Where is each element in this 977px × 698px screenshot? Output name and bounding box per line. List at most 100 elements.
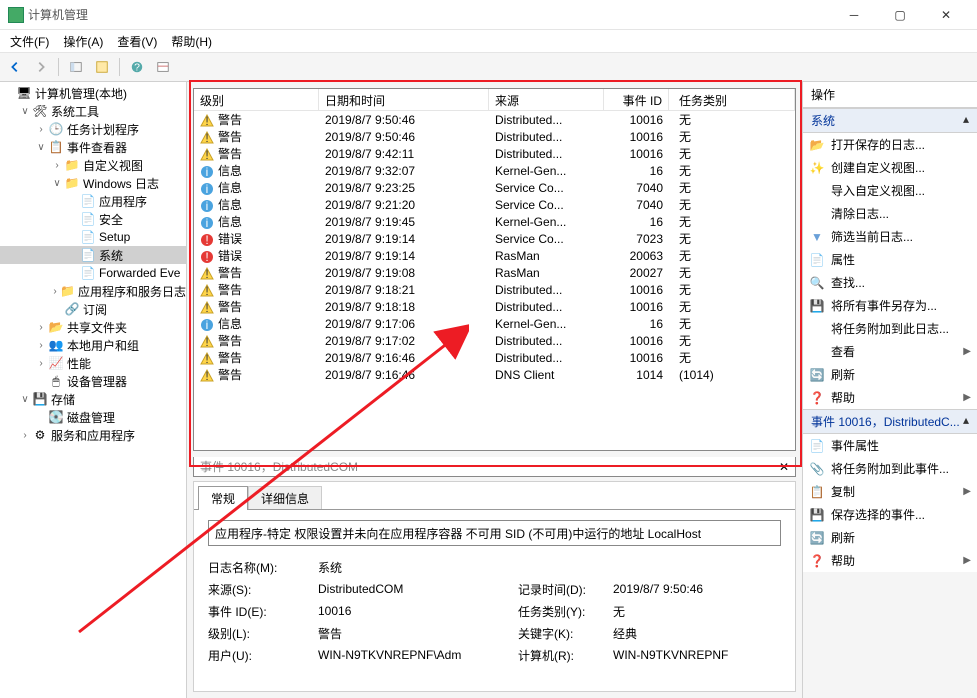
collapse-icon[interactable]: ▴ [963, 112, 969, 126]
action-item[interactable]: 导入自定义视图... [803, 179, 977, 202]
maximize-button[interactable]: ▢ [877, 0, 923, 30]
tree-twisty[interactable]: › [50, 160, 64, 171]
action-button[interactable] [152, 56, 174, 78]
grid-row[interactable]: !警告2019/8/7 9:18:21Distributed...10016无 [194, 281, 795, 298]
tab-general[interactable]: 常规 [198, 486, 248, 510]
grid-row[interactable]: !警告2019/8/7 9:50:46Distributed...10016无 [194, 128, 795, 145]
navigation-tree[interactable]: 🖥计算机管理(本地)∨🛠系统工具›🕒任务计划程序∨📋事件查看器›📁自定义视图∨📁… [0, 82, 187, 698]
col-source[interactable]: 来源 [489, 89, 604, 110]
actions-section-header: 系统▴ [803, 108, 977, 133]
action-item[interactable]: 清除日志... [803, 202, 977, 225]
svg-text:!: ! [205, 114, 208, 128]
grid-row[interactable]: !警告2019/8/7 9:17:02Distributed...10016无 [194, 332, 795, 349]
tree-twisty[interactable]: › [34, 124, 48, 135]
help-button[interactable]: ? [126, 56, 148, 78]
action-item[interactable]: 📄属性 [803, 248, 977, 271]
tree-item[interactable]: 🖥计算机管理(本地) [0, 84, 186, 102]
tree-item[interactable]: ›📂共享文件夹 [0, 318, 186, 336]
tree-twisty[interactable]: › [18, 430, 32, 441]
close-button[interactable]: ✕ [923, 0, 969, 30]
cell-source: DNS Client [489, 367, 604, 383]
properties-button[interactable] [91, 56, 113, 78]
tree-item[interactable]: ›👥本地用户和组 [0, 336, 186, 354]
grid-row[interactable]: i信息2019/8/7 9:17:06Kernel-Gen...16无 [194, 315, 795, 332]
tab-details[interactable]: 详细信息 [248, 486, 322, 510]
tree-item[interactable]: 📄应用程序 [0, 192, 186, 210]
grid-row[interactable]: !警告2019/8/7 9:50:46Distributed...10016无 [194, 111, 795, 128]
tree-item[interactable]: ∨📋事件查看器 [0, 138, 186, 156]
tree-item[interactable]: ›🕒任务计划程序 [0, 120, 186, 138]
action-item[interactable]: 查看▶ [803, 340, 977, 363]
tree-item[interactable]: ∨📁Windows 日志 [0, 174, 186, 192]
menu-view[interactable]: 查看(V) [111, 31, 163, 52]
grid-row[interactable]: !警告2019/8/7 9:18:18Distributed...10016无 [194, 298, 795, 315]
grid-row[interactable]: i信息2019/8/7 9:21:20Service Co...7040无 [194, 196, 795, 213]
tree-item[interactable]: ∨🛠系统工具 [0, 102, 186, 120]
col-eventid[interactable]: 事件 ID [604, 89, 669, 110]
tree-item[interactable]: 🔗订阅 [0, 300, 186, 318]
tree-twisty[interactable]: ∨ [18, 394, 32, 405]
action-item[interactable]: 将任务附加到此日志... [803, 317, 977, 340]
tree-item[interactable]: ›📈性能 [0, 354, 186, 372]
tree-item[interactable]: 💽磁盘管理 [0, 408, 186, 426]
tree-item[interactable]: ›⚙服务和应用程序 [0, 426, 186, 444]
event-grid[interactable]: 级别 日期和时间 来源 事件 ID 任务类别 !警告2019/8/7 9:50:… [193, 88, 796, 451]
minimize-button[interactable]: ─ [831, 0, 877, 30]
action-item[interactable]: 🔍查找... [803, 271, 977, 294]
action-item[interactable]: 💾保存选择的事件... [803, 503, 977, 526]
grid-header[interactable]: 级别 日期和时间 来源 事件 ID 任务类别 [194, 89, 795, 111]
tree-item[interactable]: ∨💾存储 [0, 390, 186, 408]
close-icon[interactable]: ✕ [779, 460, 789, 474]
menu-help[interactable]: 帮助(H) [165, 31, 218, 52]
show-hide-button[interactable] [65, 56, 87, 78]
tree-twisty[interactable]: › [34, 322, 48, 333]
action-item[interactable]: ✨创建自定义视图... [803, 156, 977, 179]
grid-row[interactable]: !错误2019/8/7 9:19:14Service Co...7023无 [194, 230, 795, 247]
action-label: 清除日志... [831, 205, 889, 222]
tree-item[interactable]: 📄Forwarded Eve [0, 264, 186, 282]
action-item[interactable]: ❓帮助▶ [803, 386, 977, 409]
summary-bar[interactable]: 事件 10016，DistributedCOM ✕ [193, 457, 796, 477]
tree-item[interactable]: 🖱设备管理器 [0, 372, 186, 390]
tree-twisty[interactable]: › [34, 358, 48, 369]
action-item[interactable]: 📂打开保存的日志... [803, 133, 977, 156]
grid-row[interactable]: i信息2019/8/7 9:23:25Service Co...7040无 [194, 179, 795, 196]
tree-label: 自定义视图 [83, 157, 143, 174]
tree-twisty[interactable]: › [34, 340, 48, 351]
collapse-icon[interactable]: ▴ [963, 413, 969, 427]
forward-button[interactable] [30, 56, 52, 78]
tree-twisty[interactable]: ∨ [34, 142, 48, 153]
grid-row[interactable]: !警告2019/8/7 9:16:46Distributed...10016无 [194, 349, 795, 366]
tree-item[interactable]: 📄安全 [0, 210, 186, 228]
prop-value: 经典 [613, 625, 637, 642]
grid-row[interactable]: i信息2019/8/7 9:32:07Kernel-Gen...16无 [194, 162, 795, 179]
tree-item[interactable]: ›📁自定义视图 [0, 156, 186, 174]
action-item[interactable]: ❓帮助▶ [803, 549, 977, 572]
action-item[interactable]: 📎将任务附加到此事件... [803, 457, 977, 480]
tree-item[interactable]: ›📁应用程序和服务日志 [0, 282, 186, 300]
grid-row[interactable]: i信息2019/8/7 9:19:45Kernel-Gen...16无 [194, 213, 795, 230]
action-item[interactable]: 📋复制▶ [803, 480, 977, 503]
tree-twisty[interactable]: ∨ [50, 178, 64, 189]
prop-key: 记录时间(D): [518, 581, 613, 598]
action-item[interactable]: 🔄刷新 [803, 363, 977, 386]
tree-item[interactable]: 📄系统 [0, 246, 186, 264]
action-item[interactable]: ▼筛选当前日志... [803, 225, 977, 248]
col-category[interactable]: 任务类别 [669, 89, 795, 110]
action-item[interactable]: 🔄刷新 [803, 526, 977, 549]
back-button[interactable] [4, 56, 26, 78]
grid-row[interactable]: !警告2019/8/7 9:16:46DNS Client1014(1014) [194, 366, 795, 383]
menu-action[interactable]: 操作(A) [57, 31, 109, 52]
col-level[interactable]: 级别 [194, 89, 319, 110]
menu-file[interactable]: 文件(F) [4, 31, 55, 52]
tree-twisty[interactable]: › [50, 286, 60, 297]
grid-row[interactable]: !警告2019/8/7 9:19:08RasMan20027无 [194, 264, 795, 281]
col-datetime[interactable]: 日期和时间 [319, 89, 489, 110]
tree-twisty[interactable]: ∨ [18, 106, 32, 117]
cell-eventid: 10016 [604, 146, 669, 162]
action-item[interactable]: 📄事件属性 [803, 434, 977, 457]
tree-item[interactable]: 📄Setup [0, 228, 186, 246]
grid-row[interactable]: !警告2019/8/7 9:42:11Distributed...10016无 [194, 145, 795, 162]
action-item[interactable]: 💾将所有事件另存为... [803, 294, 977, 317]
grid-row[interactable]: !错误2019/8/7 9:19:14RasMan20063无 [194, 247, 795, 264]
